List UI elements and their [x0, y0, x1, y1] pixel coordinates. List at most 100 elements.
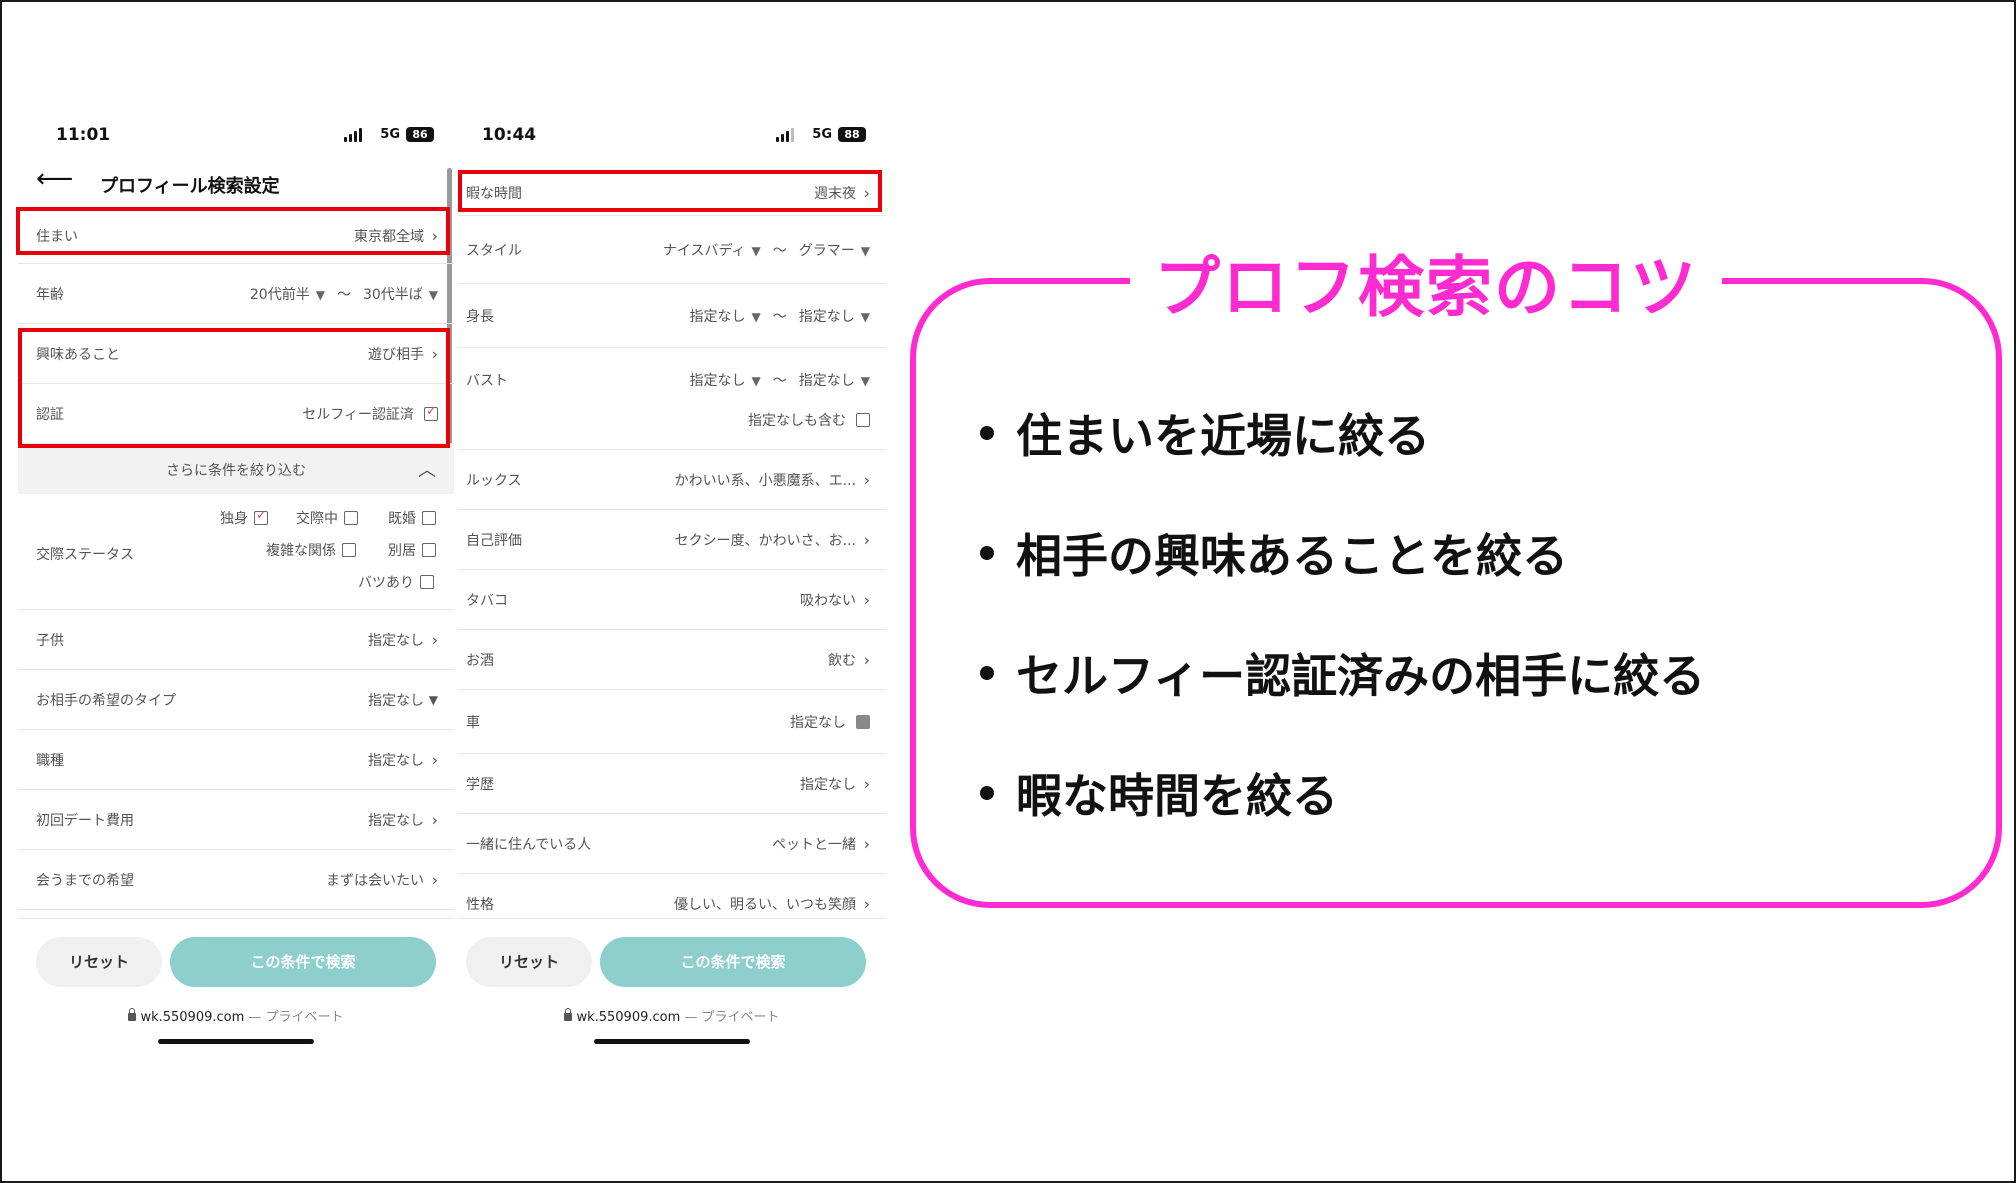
search-button[interactable]: この条件で検索 — [170, 937, 436, 987]
meeting-preference-row[interactable]: 会うまでの希望 まずは会いたい › — [18, 850, 454, 910]
married-checkbox[interactable] — [422, 511, 436, 525]
option-divorced[interactable]: バツあり — [358, 572, 434, 592]
smoking-row[interactable]: タバコ 吸わない › — [458, 570, 886, 630]
divorced-checkbox[interactable] — [420, 575, 434, 589]
option-label: バツあり — [358, 575, 414, 591]
separated-checkbox[interactable] — [422, 543, 436, 557]
url-bar[interactable]: wk.550909.com — プライベート — [18, 1006, 454, 1025]
bust-row[interactable]: バスト 指定なし ▼ 〜指定なし ▼ 指定なしも含む — [458, 348, 886, 450]
car-row[interactable]: 車 指定なし — [458, 690, 886, 754]
style-range[interactable]: ナイスバディ ▼ 〜グラマー ▼ — [663, 240, 870, 260]
network-label: 5G — [812, 127, 832, 142]
occupation-row[interactable]: 職種 指定なし › — [18, 730, 454, 790]
caret-down-icon: ▼ — [751, 309, 761, 324]
home-indicator[interactable] — [158, 1039, 314, 1044]
search-button[interactable]: この条件で検索 — [600, 937, 866, 987]
bust-range[interactable]: 指定なし ▼ 〜指定なし ▼ — [690, 370, 870, 390]
reset-button[interactable]: リセット — [36, 937, 162, 987]
row-value: セクシー度、かわいさ、お... — [674, 532, 856, 549]
children-row[interactable]: 子供 指定なし › — [18, 610, 454, 670]
height-range[interactable]: 指定なし ▼ 〜指定なし ▼ — [690, 306, 870, 326]
network-label: 5G — [380, 127, 400, 142]
style-to: グラマー — [798, 242, 855, 259]
battery-icon: 88 — [838, 127, 866, 142]
option-complicated[interactable]: 複雑な関係 — [266, 540, 356, 560]
tip-item: 相手の興味あることを絞る — [980, 520, 1705, 640]
highlight-interest-verify — [18, 328, 450, 448]
row-label: 子供 — [36, 632, 64, 649]
option-label: 既婚 — [388, 511, 416, 527]
lock-icon — [564, 1008, 573, 1021]
car-checkbox[interactable] — [856, 714, 870, 729]
height-from: 指定なし — [689, 308, 746, 325]
caret-down-icon: ▼ — [315, 287, 325, 302]
car-value: 指定なし — [790, 714, 846, 731]
single-checkbox[interactable] — [254, 508, 268, 525]
row-label: 職種 — [36, 752, 64, 769]
relationship-status-row: 交際ステータス 独身 交際中 既婚 複雑な関係 別居 バツあり — [18, 494, 454, 610]
looks-row[interactable]: ルックス かわいい系、小悪魔系、エ... › — [458, 450, 886, 510]
caret-down-icon: ▼ — [428, 692, 438, 707]
bust-include-label: 指定なしも含む — [748, 413, 846, 429]
row-label: 初回デート費用 — [36, 812, 134, 829]
education-row[interactable]: 学歴 指定なし › — [458, 754, 886, 814]
age-row[interactable]: 年齢 20代前半 ▼ 〜 30代半ば ▼ — [18, 264, 454, 324]
url-text: wk.550909.com — [140, 1010, 245, 1025]
living-with-row[interactable]: 一緒に住んでいる人 ペットと一緒 › — [458, 814, 886, 874]
footer-actions: リセット この条件で検索 — [458, 918, 886, 1018]
row-value: 指定なし — [800, 776, 856, 793]
tip-item: 住まいを近場に絞る — [980, 400, 1705, 520]
status-bar: 10:44 5G 88 — [458, 118, 886, 154]
row-value: 指定なし — [368, 812, 424, 829]
height-row[interactable]: 身長 指定なし ▼ 〜指定なし ▼ — [458, 284, 886, 348]
self-rating-row[interactable]: 自己評価 セクシー度、かわいさ、お... › — [458, 510, 886, 570]
dating-checkbox[interactable] — [344, 511, 358, 525]
bust-include-none[interactable]: 指定なしも含む — [748, 410, 870, 430]
row-value: 指定なし — [368, 632, 424, 649]
tip-item: セルフィー認証済みの相手に絞る — [980, 640, 1705, 760]
bullet-icon — [980, 426, 994, 440]
caret-down-icon: ▼ — [428, 287, 438, 302]
row-label: タバコ — [466, 592, 508, 609]
caret-down-icon: ▼ — [860, 243, 870, 258]
first-date-cost-row[interactable]: 初回デート費用 指定なし › — [18, 790, 454, 850]
option-dating[interactable]: 交際中 — [296, 508, 358, 528]
option-married[interactable]: 既婚 — [388, 508, 436, 528]
option-label: 別居 — [388, 543, 416, 559]
url-bar[interactable]: wk.550909.com — プライベート — [458, 1006, 886, 1025]
header: ⟵ プロフィール検索設定 — [18, 158, 454, 208]
more-filters-toggle[interactable]: さらに条件を絞り込む ︿ — [18, 444, 454, 494]
row-label: 一緒に住んでいる人 — [466, 836, 592, 853]
highlight-residence — [16, 207, 450, 255]
chevron-right-icon: › — [431, 870, 438, 889]
age-range[interactable]: 20代前半 ▼ 〜 30代半ば ▼ — [250, 284, 438, 304]
caret-down-icon: ▼ — [860, 374, 870, 388]
preferred-type-row[interactable]: お相手の希望のタイプ 指定なし ▼ — [18, 670, 454, 730]
chevron-right-icon: › — [863, 834, 870, 853]
reset-button[interactable]: リセット — [466, 937, 592, 987]
tips-card-title: プロフ検索のコツ — [1130, 234, 1722, 330]
chevron-right-icon: › — [431, 810, 438, 829]
row-value: 指定なし — [368, 692, 424, 709]
battery-icon: 86 — [406, 127, 434, 142]
style-row[interactable]: スタイル ナイスバディ ▼ 〜グラマー ▼ — [458, 216, 886, 284]
row-label: 学歴 — [466, 776, 494, 793]
back-arrow-icon[interactable]: ⟵ — [36, 166, 73, 192]
option-separated[interactable]: 別居 — [388, 540, 436, 560]
drinking-row[interactable]: お酒 飲む › — [458, 630, 886, 690]
status-bar: 11:01 5G 86 — [18, 118, 454, 154]
style-label: スタイル — [466, 242, 522, 259]
status-time: 11:01 — [56, 125, 111, 145]
row-value: 飲む — [828, 652, 856, 669]
option-single[interactable]: 独身 — [220, 508, 268, 528]
bust-include-checkbox[interactable] — [856, 413, 870, 427]
home-indicator[interactable] — [594, 1039, 750, 1044]
complicated-checkbox[interactable] — [342, 543, 356, 557]
style-from: ナイスバディ — [662, 242, 746, 259]
tip-text: 相手の興味あることを絞る — [1016, 529, 1568, 583]
footer-actions: リセット この条件で検索 — [18, 918, 454, 1018]
caret-down-icon: ▼ — [751, 374, 761, 388]
car-option[interactable]: 指定なし — [790, 712, 870, 732]
chevron-right-icon: › — [863, 774, 870, 793]
row-label: お相手の希望のタイプ — [36, 692, 176, 709]
